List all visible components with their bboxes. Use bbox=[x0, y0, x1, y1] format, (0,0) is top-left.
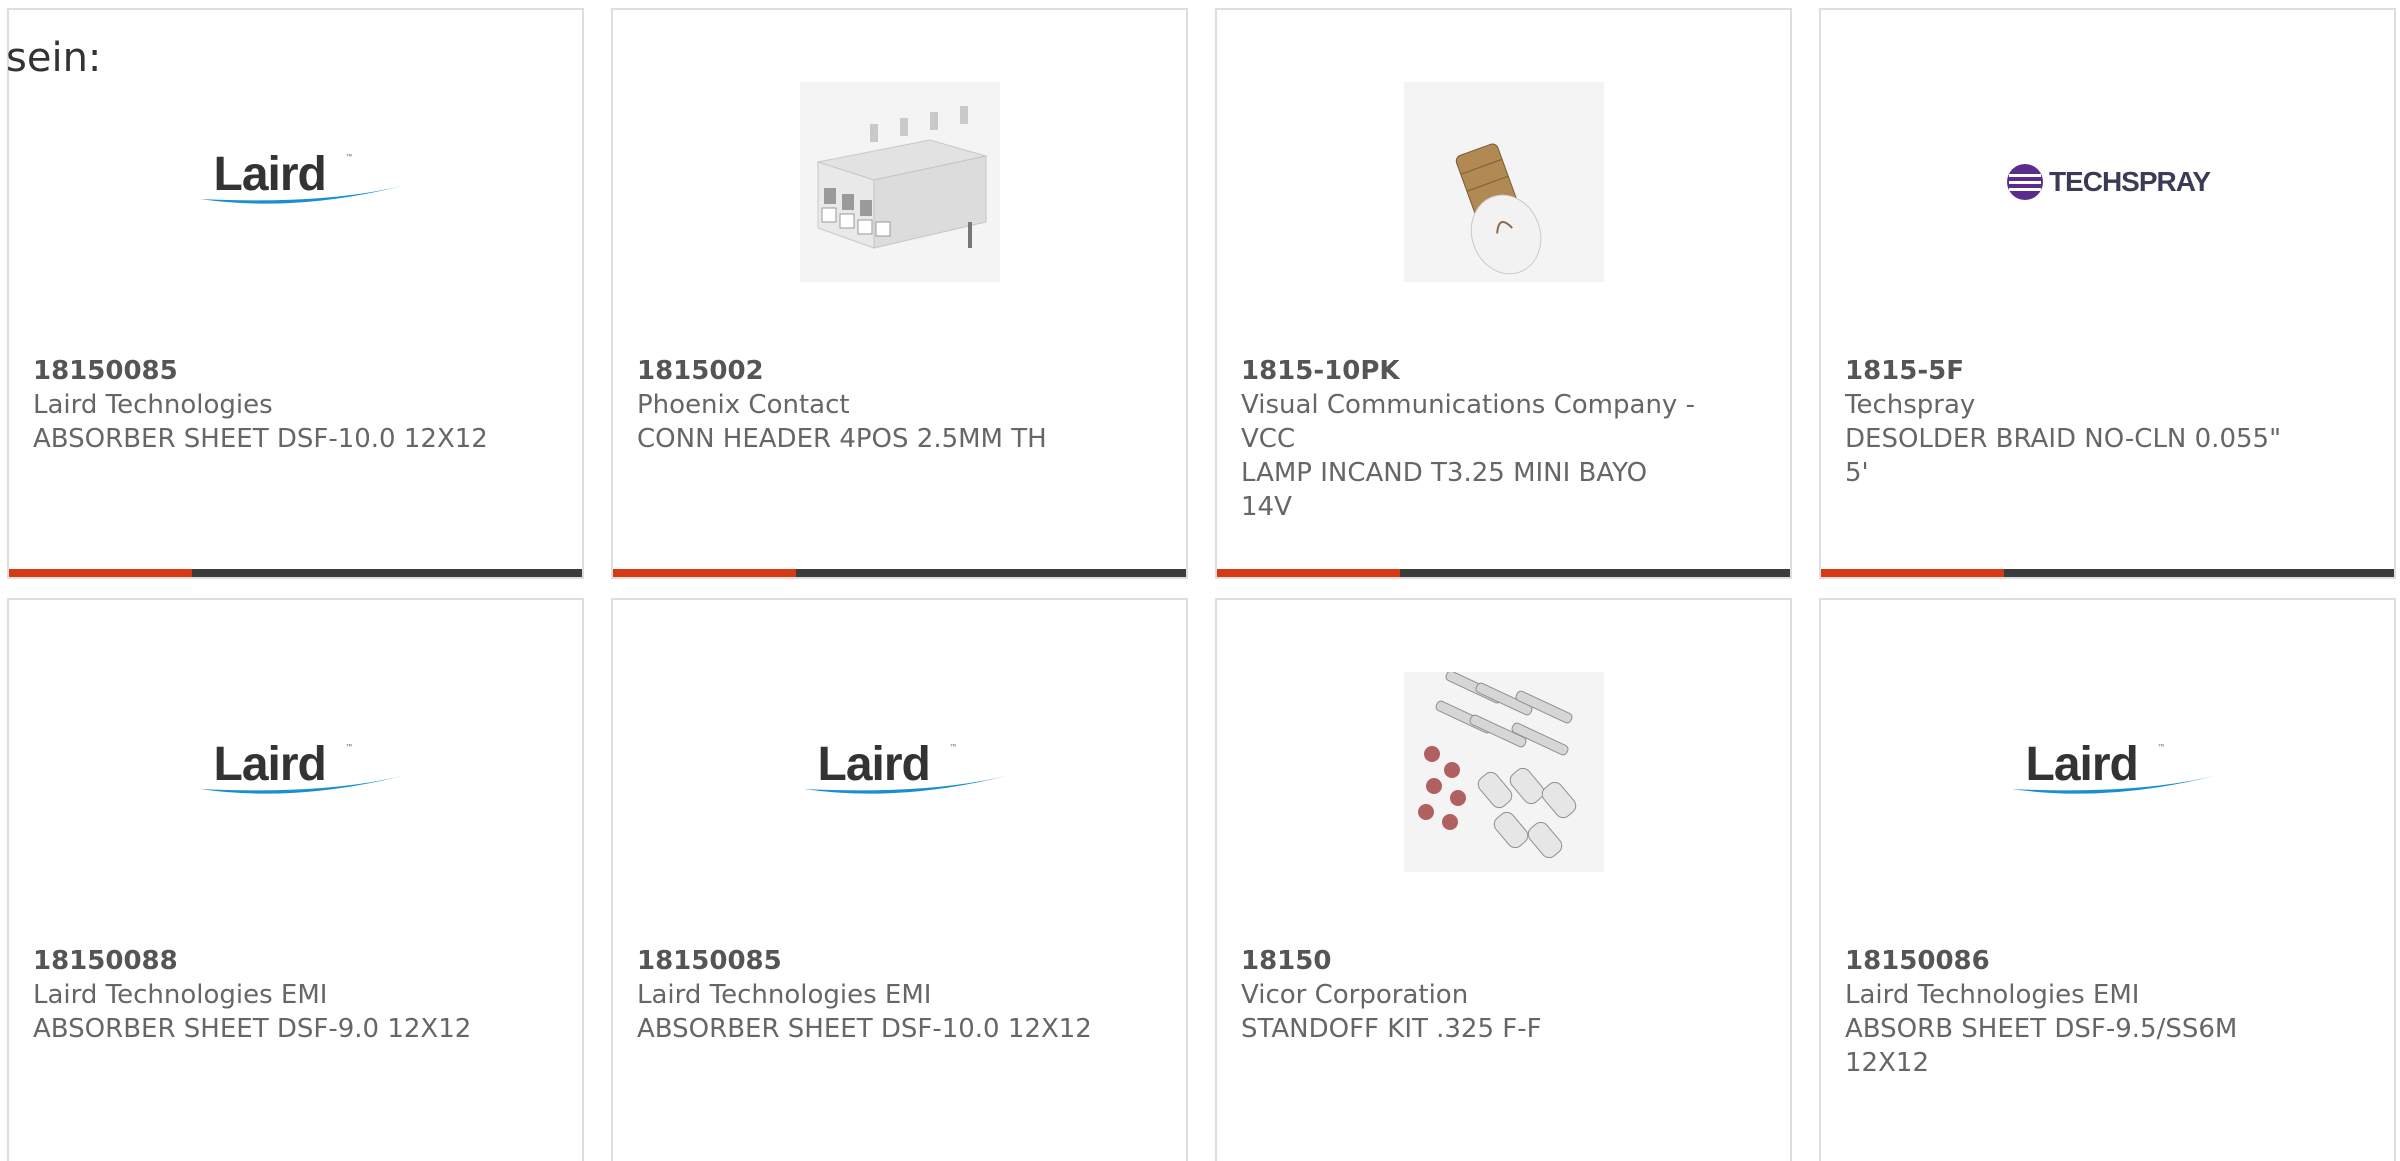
product-description: ABSORBER SHEET DSF-9.0 12X12 bbox=[33, 1014, 472, 1044]
techspray-logo: TECHSPRAY bbox=[2005, 162, 2211, 202]
manufacturer-name: Laird Technologies EMI bbox=[1845, 980, 2140, 1010]
laird-logo: Laird ™ bbox=[196, 737, 406, 807]
card-footer-bar bbox=[1217, 569, 1790, 577]
product-card[interactable]: Laird ™ 18150085 Laird Technologies EMI … bbox=[611, 598, 1188, 1161]
laird-logo: Laird ™ bbox=[800, 737, 1010, 807]
product-card[interactable]: 1815002 Phoenix Contact CONN HEADER 4POS… bbox=[611, 8, 1188, 579]
product-card[interactable]: Laird ™ 18150086 Laird Technologies EMI … bbox=[1819, 598, 2396, 1161]
card-footer-bar bbox=[9, 569, 582, 577]
product-description: ABSORBER SHEET DSF-10.0 12X12 bbox=[637, 1014, 1092, 1044]
lead-text: sein: bbox=[6, 35, 102, 81]
part-number[interactable]: 1815-5F bbox=[1845, 354, 2305, 388]
manufacturer-logo: Laird ™ bbox=[800, 672, 1010, 872]
part-number[interactable]: 18150086 bbox=[1845, 944, 2305, 978]
product-description: STANDOFF KIT .325 F-F bbox=[1241, 1014, 1542, 1044]
product-description: ABSORBER SHEET DSF-10.0 12X12 bbox=[33, 424, 488, 454]
product-photo bbox=[799, 82, 1000, 282]
manufacturer-logo: TECHSPRAY bbox=[2005, 82, 2211, 282]
product-description: DESOLDER BRAID NO-CLN 0.055" 5' bbox=[1845, 424, 2282, 488]
manufacturer-logo: Laird ™ bbox=[196, 82, 406, 282]
product-card[interactable]: TECHSPRAY 1815-5F Techspray DESOLDER BRA… bbox=[1819, 8, 2396, 579]
techspray-globe-icon bbox=[2006, 164, 2043, 200]
product-description: LAMP INCAND T3.25 MINI BAYO 14V bbox=[1241, 458, 1648, 522]
product-card[interactable]: 1815-10PK Visual Communications Company … bbox=[1215, 8, 1792, 579]
manufacturer-logo: Laird ™ bbox=[2008, 672, 2218, 872]
part-number[interactable]: 1815002 bbox=[637, 354, 1097, 388]
product-description: CONN HEADER 4POS 2.5MM TH bbox=[637, 424, 1047, 454]
part-number[interactable]: 1815-10PK bbox=[1241, 354, 1701, 388]
product-card[interactable]: Laird ™ 18150085 Laird Technologies ABSO… bbox=[7, 8, 584, 579]
manufacturer-name: Vicor Corporation bbox=[1241, 980, 1469, 1010]
laird-logo: Laird ™ bbox=[196, 147, 406, 217]
product-photo bbox=[1403, 82, 1604, 282]
manufacturer-logo: Laird ™ bbox=[196, 672, 406, 872]
product-card[interactable]: Laird ™ 18150088 Laird Technologies EMI … bbox=[7, 598, 584, 1161]
part-number[interactable]: 18150085 bbox=[637, 944, 1097, 978]
manufacturer-name: Laird Technologies EMI bbox=[637, 980, 932, 1010]
manufacturer-name: Visual Communications Company - VCC bbox=[1241, 390, 1695, 454]
manufacturer-name: Phoenix Contact bbox=[637, 390, 850, 420]
manufacturer-name: Techspray bbox=[1845, 390, 1976, 420]
part-number[interactable]: 18150 bbox=[1241, 944, 1701, 978]
lamp-bulb-icon bbox=[1403, 82, 1604, 282]
standoff-kit-icon bbox=[1403, 672, 1604, 872]
card-footer-bar bbox=[613, 569, 1186, 577]
product-description: ABSORB SHEET DSF-9.5/SS6M 12X12 bbox=[1845, 1014, 2238, 1078]
part-number[interactable]: 18150088 bbox=[33, 944, 493, 978]
connector-header-icon bbox=[799, 82, 1000, 282]
manufacturer-name: Laird Technologies EMI bbox=[33, 980, 328, 1010]
product-photo bbox=[1403, 672, 1604, 872]
laird-logo: Laird ™ bbox=[2008, 737, 2218, 807]
product-grid-page: sein: Laird ™ 18150085 Laird Technologie… bbox=[0, 0, 2400, 1161]
manufacturer-name: Laird Technologies bbox=[33, 390, 273, 420]
card-footer-bar bbox=[1821, 569, 2394, 577]
product-card[interactable]: 18150 Vicor Corporation STANDOFF KIT .32… bbox=[1215, 598, 1792, 1161]
part-number[interactable]: 18150085 bbox=[33, 354, 493, 388]
